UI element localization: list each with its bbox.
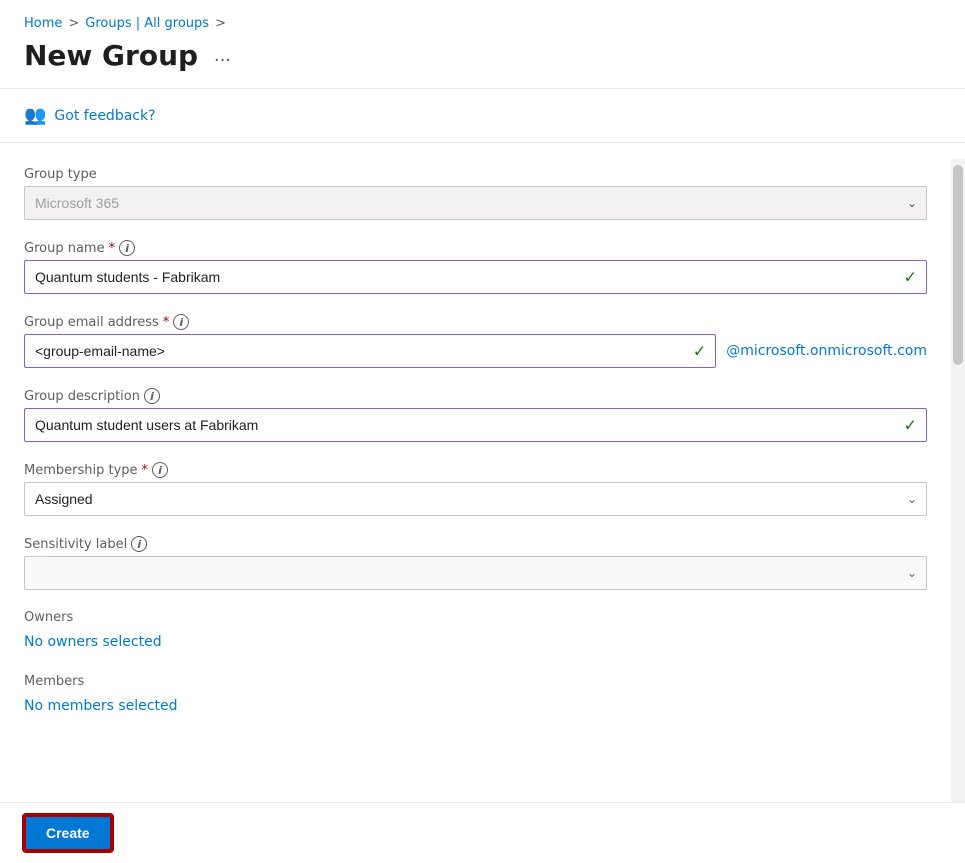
group-name-label-text: Group name [24, 241, 105, 256]
group-description-check-icon: ✓ [904, 416, 917, 435]
group-email-label: Group email address * i [24, 314, 927, 330]
breadcrumb-groups[interactable]: Groups | All groups [85, 16, 209, 31]
no-members-link[interactable]: No members selected [24, 698, 177, 714]
members-label: Members [24, 674, 927, 689]
group-name-input[interactable] [24, 260, 927, 294]
feedback-icon: 👥 [24, 105, 46, 126]
group-type-group: Group type Microsoft 365SecurityMail-ena… [24, 167, 927, 220]
group-description-label-text: Group description [24, 389, 140, 404]
sensitivity-label-info-icon[interactable]: i [131, 536, 147, 552]
email-suffix: @microsoft.onmicrosoft.com [726, 343, 927, 359]
membership-type-label: Membership type * i [24, 462, 927, 478]
header-area: Home > Groups | All groups > New Group .… [0, 0, 965, 88]
page-title-row: New Group ... [24, 39, 941, 72]
feedback-row: 👥 Got feedback? [0, 105, 965, 142]
group-type-label-text: Group type [24, 167, 97, 182]
group-name-group: Group name * i ✓ [24, 240, 927, 294]
group-name-label: Group name * i [24, 240, 927, 256]
group-email-required-star: * [163, 315, 170, 330]
group-description-label: Group description i [24, 388, 927, 404]
breadcrumb-home[interactable]: Home [24, 16, 62, 31]
no-owners-link[interactable]: No owners selected [24, 634, 162, 650]
sensitivity-label-label-text: Sensitivity label [24, 537, 127, 552]
owners-label: Owners [24, 610, 927, 625]
group-name-required-star: * [109, 241, 116, 256]
breadcrumb-sep2: > [215, 16, 226, 31]
breadcrumb: Home > Groups | All groups > [24, 16, 941, 31]
sensitivity-label-group: Sensitivity label i ⌄ [24, 536, 927, 590]
group-type-select-wrapper: Microsoft 365SecurityMail-enabled securi… [24, 186, 927, 220]
group-email-label-text: Group email address [24, 315, 159, 330]
footer-area: Create [0, 802, 965, 863]
breadcrumb-sep1: > [68, 16, 79, 31]
group-description-group: Group description i ✓ [24, 388, 927, 442]
scrollbar-thumb[interactable] [953, 165, 963, 365]
membership-type-select[interactable]: AssignedDynamic UserDynamic Device [24, 482, 927, 516]
membership-type-label-text: Membership type [24, 463, 138, 478]
feedback-divider [0, 142, 965, 143]
group-name-info-icon[interactable]: i [119, 240, 135, 256]
content-area: Group type Microsoft 365SecurityMail-ena… [0, 159, 965, 802]
group-description-input[interactable] [24, 408, 927, 442]
group-description-input-wrapper: ✓ [24, 408, 927, 442]
page-title: New Group [24, 39, 198, 72]
owners-group: Owners No owners selected [24, 610, 927, 654]
group-type-label: Group type [24, 167, 927, 182]
members-group: Members No members selected [24, 674, 927, 718]
form-panel: Group type Microsoft 365SecurityMail-ena… [0, 159, 951, 802]
ellipsis-button[interactable]: ... [208, 42, 237, 69]
scrollbar[interactable] [951, 159, 965, 802]
feedback-link[interactable]: Got feedback? [54, 108, 155, 124]
sensitivity-label-select-wrapper: ⌄ [24, 556, 927, 590]
page-wrapper: Home > Groups | All groups > New Group .… [0, 0, 965, 863]
membership-type-required-star: * [142, 463, 149, 478]
group-email-input-row: ✓ @microsoft.onmicrosoft.com [24, 334, 927, 368]
group-email-check-icon: ✓ [693, 342, 706, 361]
create-button[interactable]: Create [24, 815, 112, 851]
membership-type-info-icon[interactable]: i [152, 462, 168, 478]
group-description-info-icon[interactable]: i [144, 388, 160, 404]
group-email-info-icon[interactable]: i [173, 314, 189, 330]
group-email-input[interactable] [24, 334, 716, 368]
header-divider [0, 88, 965, 89]
group-type-select[interactable]: Microsoft 365SecurityMail-enabled securi… [24, 186, 927, 220]
membership-type-select-wrapper: AssignedDynamic UserDynamic Device ⌄ [24, 482, 927, 516]
group-email-input-wrapper: ✓ [24, 334, 716, 368]
group-name-check-icon: ✓ [904, 268, 917, 287]
sensitivity-label-label: Sensitivity label i [24, 536, 927, 552]
sensitivity-label-select[interactable] [24, 556, 927, 590]
membership-type-group: Membership type * i AssignedDynamic User… [24, 462, 927, 516]
group-name-input-wrapper: ✓ [24, 260, 927, 294]
group-email-group: Group email address * i ✓ @microsoft.onm… [24, 314, 927, 368]
